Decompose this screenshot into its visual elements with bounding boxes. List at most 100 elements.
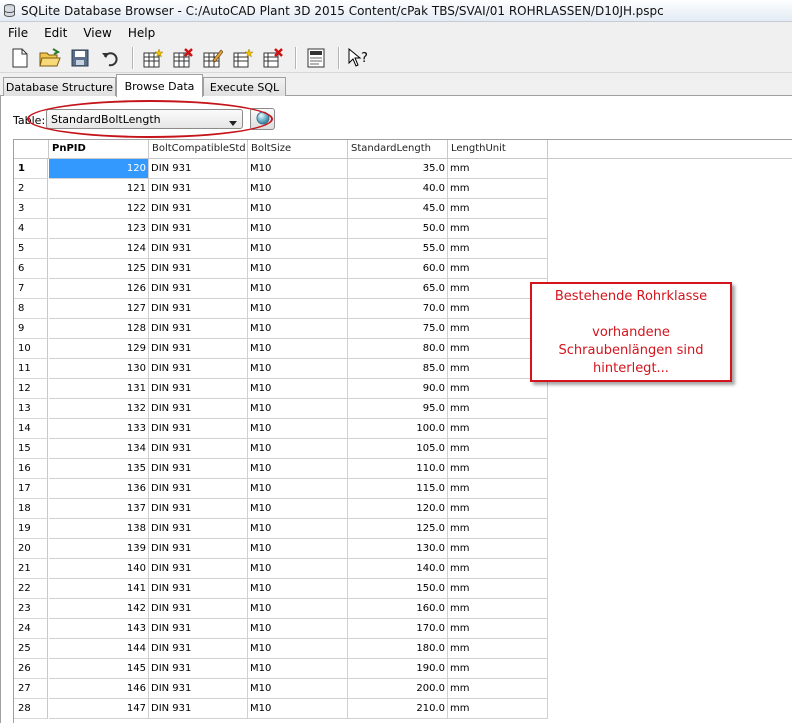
- row-header[interactable]: 5: [14, 239, 48, 259]
- cell-lengthunit[interactable]: mm: [448, 679, 548, 699]
- cell-boltsize[interactable]: M10: [248, 499, 348, 519]
- row-header[interactable]: 15: [14, 439, 48, 459]
- row-header[interactable]: 4: [14, 219, 48, 239]
- cell-standardlength[interactable]: 95.0: [348, 399, 448, 419]
- cell-boltsize[interactable]: M10: [248, 239, 348, 259]
- table-row[interactable]: 22 141 DIN 931 M10 150.0 mm: [14, 579, 549, 599]
- cell-pnpid[interactable]: 146: [49, 679, 149, 699]
- cell-lengthunit[interactable]: mm: [448, 199, 548, 219]
- cell-boltsize[interactable]: M10: [248, 519, 348, 539]
- cell-pnpid[interactable]: 125: [49, 259, 149, 279]
- cell-lengthunit[interactable]: mm: [448, 159, 548, 179]
- menu-file[interactable]: File: [0, 26, 36, 40]
- row-header[interactable]: 3: [14, 199, 48, 219]
- cell-boltcompatiblestd[interactable]: DIN 931: [149, 259, 248, 279]
- table-row[interactable]: 25 144 DIN 931 M10 180.0 mm: [14, 639, 549, 659]
- cell-pnpid[interactable]: 127: [49, 299, 149, 319]
- cell-boltcompatiblestd[interactable]: DIN 931: [149, 219, 248, 239]
- undo-icon[interactable]: [98, 46, 122, 70]
- cell-boltcompatiblestd[interactable]: DIN 931: [149, 579, 248, 599]
- row-header[interactable]: 16: [14, 459, 48, 479]
- row-header[interactable]: 13: [14, 399, 48, 419]
- cell-standardlength[interactable]: 150.0: [348, 579, 448, 599]
- delete-table-icon[interactable]: [171, 46, 195, 70]
- row-header[interactable]: 10: [14, 339, 48, 359]
- cell-standardlength[interactable]: 110.0: [348, 459, 448, 479]
- new-database-icon[interactable]: [8, 46, 32, 70]
- delete-index-icon[interactable]: [261, 46, 285, 70]
- cell-boltcompatiblestd[interactable]: DIN 931: [149, 679, 248, 699]
- whats-this-icon[interactable]: ?: [347, 46, 371, 70]
- cell-lengthunit[interactable]: mm: [448, 479, 548, 499]
- table-row[interactable]: 11 130 DIN 931 M10 85.0 mm: [14, 359, 549, 379]
- cell-standardlength[interactable]: 125.0: [348, 519, 448, 539]
- cell-boltsize[interactable]: M10: [248, 659, 348, 679]
- row-header[interactable]: 14: [14, 419, 48, 439]
- cell-lengthunit[interactable]: mm: [448, 659, 548, 679]
- table-row[interactable]: 24 143 DIN 931 M10 170.0 mm: [14, 619, 549, 639]
- cell-boltcompatiblestd[interactable]: DIN 931: [149, 619, 248, 639]
- cell-boltcompatiblestd[interactable]: DIN 931: [149, 179, 248, 199]
- table-row[interactable]: 5 124 DIN 931 M10 55.0 mm: [14, 239, 549, 259]
- cell-standardlength[interactable]: 115.0: [348, 479, 448, 499]
- cell-boltcompatiblestd[interactable]: DIN 931: [149, 419, 248, 439]
- cell-standardlength[interactable]: 90.0: [348, 379, 448, 399]
- cell-pnpid[interactable]: 147: [49, 699, 149, 719]
- cell-standardlength[interactable]: 85.0: [348, 359, 448, 379]
- cell-lengthunit[interactable]: mm: [448, 519, 548, 539]
- cell-standardlength[interactable]: 190.0: [348, 659, 448, 679]
- table-row[interactable]: 23 142 DIN 931 M10 160.0 mm: [14, 599, 549, 619]
- cell-boltsize[interactable]: M10: [248, 539, 348, 559]
- cell-boltsize[interactable]: M10: [248, 259, 348, 279]
- cell-boltcompatiblestd[interactable]: DIN 931: [149, 359, 248, 379]
- cell-boltcompatiblestd[interactable]: DIN 931: [149, 339, 248, 359]
- cell-boltsize[interactable]: M10: [248, 359, 348, 379]
- cell-boltcompatiblestd[interactable]: DIN 931: [149, 299, 248, 319]
- cell-lengthunit[interactable]: mm: [448, 599, 548, 619]
- cell-boltsize[interactable]: M10: [248, 299, 348, 319]
- create-table-icon[interactable]: [141, 46, 165, 70]
- cell-lengthunit[interactable]: mm: [448, 219, 548, 239]
- cell-pnpid[interactable]: 142: [49, 599, 149, 619]
- table-row[interactable]: 28 147 DIN 931 M10 210.0 mm: [14, 699, 549, 719]
- cell-boltcompatiblestd[interactable]: DIN 931: [149, 599, 248, 619]
- table-row[interactable]: 27 146 DIN 931 M10 200.0 mm: [14, 679, 549, 699]
- cell-boltsize[interactable]: M10: [248, 679, 348, 699]
- column-header-lengthunit[interactable]: LengthUnit: [448, 140, 548, 158]
- cell-boltsize[interactable]: M10: [248, 699, 348, 719]
- cell-lengthunit[interactable]: mm: [448, 419, 548, 439]
- row-header[interactable]: 22: [14, 579, 48, 599]
- row-header[interactable]: 23: [14, 599, 48, 619]
- cell-lengthunit[interactable]: mm: [448, 399, 548, 419]
- cell-pnpid[interactable]: 131: [49, 379, 149, 399]
- cell-pnpid[interactable]: 140: [49, 559, 149, 579]
- table-selector[interactable]: StandardBoltLength: [46, 109, 243, 129]
- cell-standardlength[interactable]: 120.0: [348, 499, 448, 519]
- row-header[interactable]: 20: [14, 539, 48, 559]
- cell-boltsize[interactable]: M10: [248, 439, 348, 459]
- menu-edit[interactable]: Edit: [36, 26, 75, 40]
- cell-boltcompatiblestd[interactable]: DIN 931: [149, 319, 248, 339]
- cell-standardlength[interactable]: 75.0: [348, 319, 448, 339]
- cell-boltsize[interactable]: M10: [248, 419, 348, 439]
- cell-pnpid[interactable]: 144: [49, 639, 149, 659]
- row-header[interactable]: 1: [14, 159, 48, 179]
- cell-pnpid[interactable]: 134: [49, 439, 149, 459]
- cell-boltsize[interactable]: M10: [248, 159, 348, 179]
- cell-lengthunit[interactable]: mm: [448, 459, 548, 479]
- cell-pnpid[interactable]: 141: [49, 579, 149, 599]
- cell-standardlength[interactable]: 40.0: [348, 179, 448, 199]
- tab-browse-data[interactable]: Browse Data: [116, 74, 203, 97]
- cell-boltsize[interactable]: M10: [248, 579, 348, 599]
- cell-boltcompatiblestd[interactable]: DIN 931: [149, 239, 248, 259]
- table-row[interactable]: 3 122 DIN 931 M10 45.0 mm: [14, 199, 549, 219]
- row-header[interactable]: 8: [14, 299, 48, 319]
- cell-boltcompatiblestd[interactable]: DIN 931: [149, 519, 248, 539]
- row-header[interactable]: 17: [14, 479, 48, 499]
- column-header-pnpid[interactable]: PnPID: [49, 140, 149, 158]
- cell-standardlength[interactable]: 65.0: [348, 279, 448, 299]
- row-header[interactable]: 9: [14, 319, 48, 339]
- cell-lengthunit[interactable]: mm: [448, 699, 548, 719]
- cell-boltcompatiblestd[interactable]: DIN 931: [149, 499, 248, 519]
- row-header[interactable]: 25: [14, 639, 48, 659]
